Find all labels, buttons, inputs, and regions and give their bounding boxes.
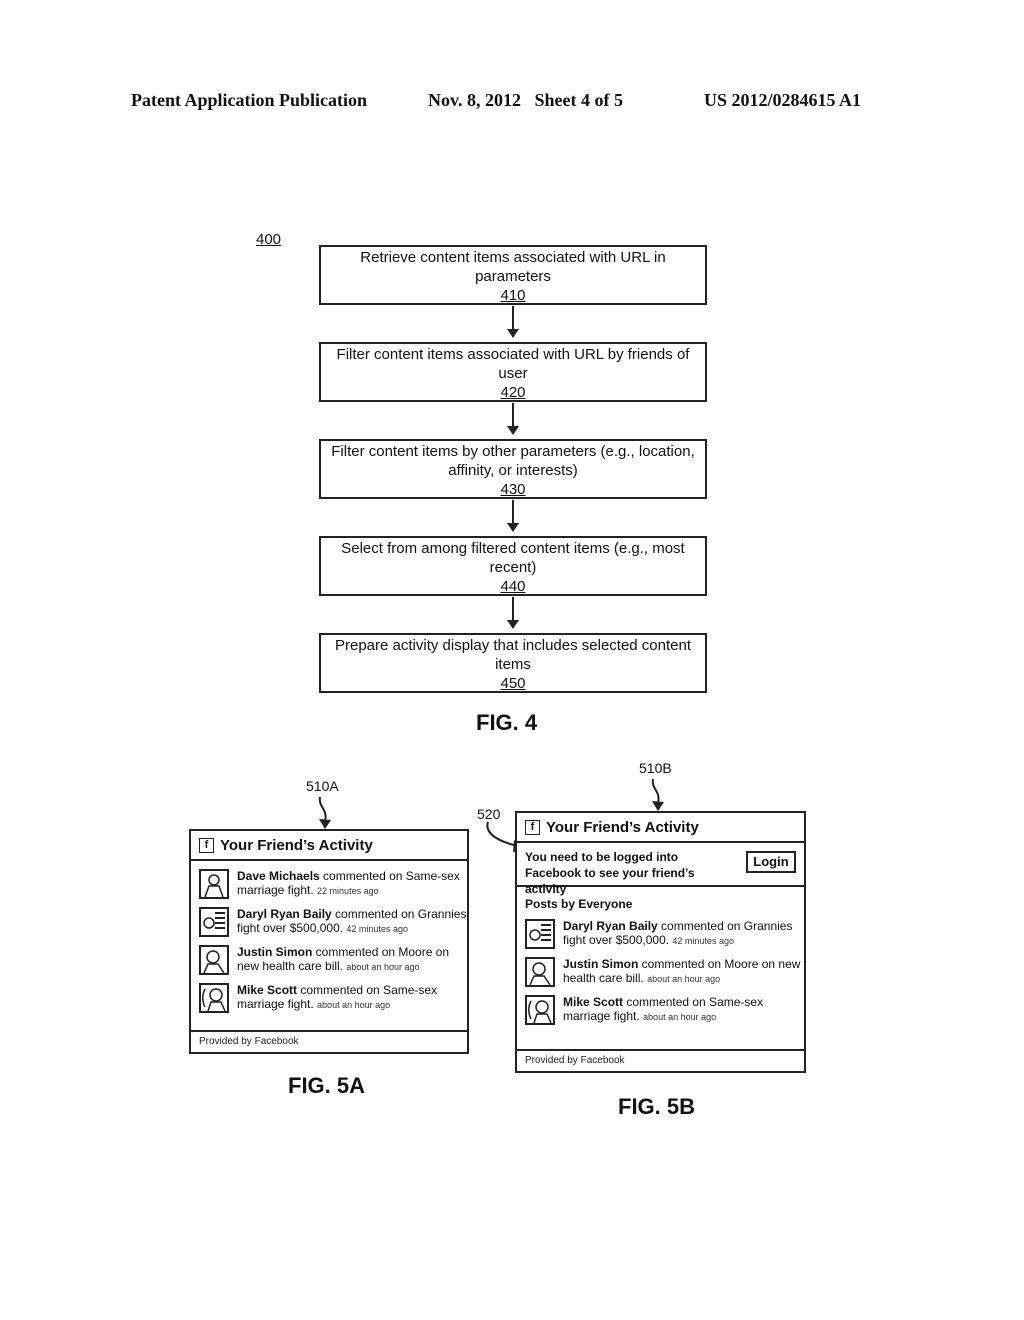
avatar-icon bbox=[525, 957, 555, 987]
pointer-arrow-510b bbox=[651, 778, 664, 811]
widget-title-bar: f Your Friend’s Activity bbox=[191, 831, 467, 861]
flow-step-number: 420 bbox=[500, 384, 526, 401]
friend-activity-widget-5b: f Your Friend’s Activity You need to be … bbox=[515, 811, 806, 1073]
figure-label-5b: FIG. 5B bbox=[618, 1094, 696, 1119]
avatar-icon bbox=[525, 995, 555, 1025]
activity-text: Mike Scott commented on Same-sex marriag… bbox=[563, 995, 804, 1024]
widget-footer[interactable]: Provided by Facebook bbox=[517, 1049, 804, 1071]
avatar-icon bbox=[199, 907, 229, 937]
flow-arrow bbox=[507, 597, 519, 629]
flow-arrow bbox=[507, 403, 519, 435]
login-button[interactable]: Login bbox=[746, 851, 796, 873]
activity-item[interactable]: Mike Scott commented on Same-sex marriag… bbox=[525, 995, 804, 1025]
flow-step-text: Prepare activity display that includes s… bbox=[334, 637, 692, 673]
flow-step-text: Select from among filtered content items… bbox=[341, 540, 685, 576]
activity-text: Daryl Ryan Baily commented on Grannies f… bbox=[563, 919, 804, 948]
publication-number: US 2012/0284615 A1 bbox=[704, 90, 862, 110]
flow-step-number: 450 bbox=[500, 675, 526, 692]
facebook-icon: f bbox=[525, 819, 540, 835]
figure-ref-510a: 510A bbox=[306, 778, 339, 794]
friend-activity-widget-5a: f Your Friend’s Activity Dave Michaels c… bbox=[189, 829, 469, 1054]
activity-time: about an hour ago bbox=[346, 962, 420, 972]
activity-text: Mike Scott commented on Same-sex marriag… bbox=[237, 983, 467, 1012]
friend-name[interactable]: Mike Scott bbox=[563, 995, 623, 1009]
login-message: You need to be logged into Facebook to s… bbox=[525, 850, 695, 896]
flow-step-text: Retrieve content items associated with U… bbox=[360, 249, 666, 285]
flow-arrow bbox=[507, 500, 519, 532]
activity-time: about an hour ago bbox=[643, 1012, 717, 1022]
friend-name[interactable]: Daryl Ryan Baily bbox=[237, 907, 332, 921]
activity-time: 42 minutes ago bbox=[672, 936, 734, 946]
publication-date-sheet: Nov. 8, 2012 Sheet 4 of 5 bbox=[428, 90, 623, 110]
avatar-icon bbox=[199, 869, 229, 899]
activity-text: Dave Michaels commented on Same-sex marr… bbox=[237, 869, 467, 898]
activity-item[interactable]: Mike Scott commented on Same-sex marriag… bbox=[199, 983, 467, 1013]
friend-name[interactable]: Justin Simon bbox=[563, 957, 638, 971]
facebook-icon: f bbox=[199, 837, 214, 853]
activity-time: about an hour ago bbox=[317, 1000, 391, 1010]
flow-step-number: 410 bbox=[500, 287, 526, 304]
widget-title-bar: f Your Friend’s Activity bbox=[517, 813, 804, 843]
figure-label-5a: FIG. 5A bbox=[288, 1073, 366, 1098]
activity-text: Justin Simon commented on Moore on new h… bbox=[237, 945, 467, 974]
friend-name[interactable]: Justin Simon bbox=[237, 945, 312, 959]
activity-item[interactable]: Dave Michaels commented on Same-sex marr… bbox=[199, 869, 467, 899]
activity-item[interactable]: Daryl Ryan Baily commented on Grannies f… bbox=[199, 907, 467, 937]
section-heading-posts-by-everyone: Posts by Everyone bbox=[525, 897, 633, 911]
friend-name[interactable]: Daryl Ryan Baily bbox=[563, 919, 658, 933]
flow-step-440: Select from among filtered content items… bbox=[319, 536, 707, 596]
activity-time: about an hour ago bbox=[647, 974, 721, 984]
activity-time: 42 minutes ago bbox=[346, 924, 408, 934]
login-prompt: You need to be logged into Facebook to s… bbox=[517, 843, 804, 896]
friend-name[interactable]: Mike Scott bbox=[237, 983, 297, 997]
activity-text: Justin Simon commented on Moore on new h… bbox=[563, 957, 804, 986]
figure-ref-400: 400 bbox=[256, 231, 282, 248]
activity-item[interactable]: Justin Simon commented on Moore on new h… bbox=[199, 945, 467, 975]
activity-item[interactable]: Daryl Ryan Baily commented on Grannies f… bbox=[525, 919, 804, 949]
flow-step-410: Retrieve content items associated with U… bbox=[319, 245, 707, 305]
widget-footer[interactable]: Provided by Facebook bbox=[191, 1030, 467, 1052]
widget-title: Your Friend’s Activity bbox=[220, 836, 373, 854]
flow-step-430: Filter content items by other parameters… bbox=[319, 439, 707, 499]
flow-step-text: Filter content items by other parameters… bbox=[331, 443, 695, 479]
flow-step-text: Filter content items associated with URL… bbox=[336, 346, 690, 382]
flow-step-number: 440 bbox=[500, 578, 526, 595]
flow-arrow bbox=[507, 306, 519, 338]
friend-name[interactable]: Dave Michaels bbox=[237, 869, 320, 883]
pointer-arrow-510a bbox=[318, 796, 331, 829]
avatar-icon bbox=[199, 983, 229, 1013]
avatar-icon bbox=[525, 919, 555, 949]
avatar-icon bbox=[199, 945, 229, 975]
figure-ref-510b: 510B bbox=[639, 760, 672, 776]
widget-title: Your Friend’s Activity bbox=[546, 818, 699, 836]
figure-label-4: FIG. 4 bbox=[476, 710, 538, 735]
flow-step-450: Prepare activity display that includes s… bbox=[319, 633, 707, 693]
publication-title: Patent Application Publication bbox=[131, 90, 368, 110]
flow-step-420: Filter content items associated with URL… bbox=[319, 342, 707, 402]
activity-text: Daryl Ryan Baily commented on Grannies f… bbox=[237, 907, 467, 936]
flow-step-number: 430 bbox=[500, 481, 526, 498]
activity-item[interactable]: Justin Simon commented on Moore on new h… bbox=[525, 957, 804, 987]
activity-time: 22 minutes ago bbox=[317, 886, 379, 896]
